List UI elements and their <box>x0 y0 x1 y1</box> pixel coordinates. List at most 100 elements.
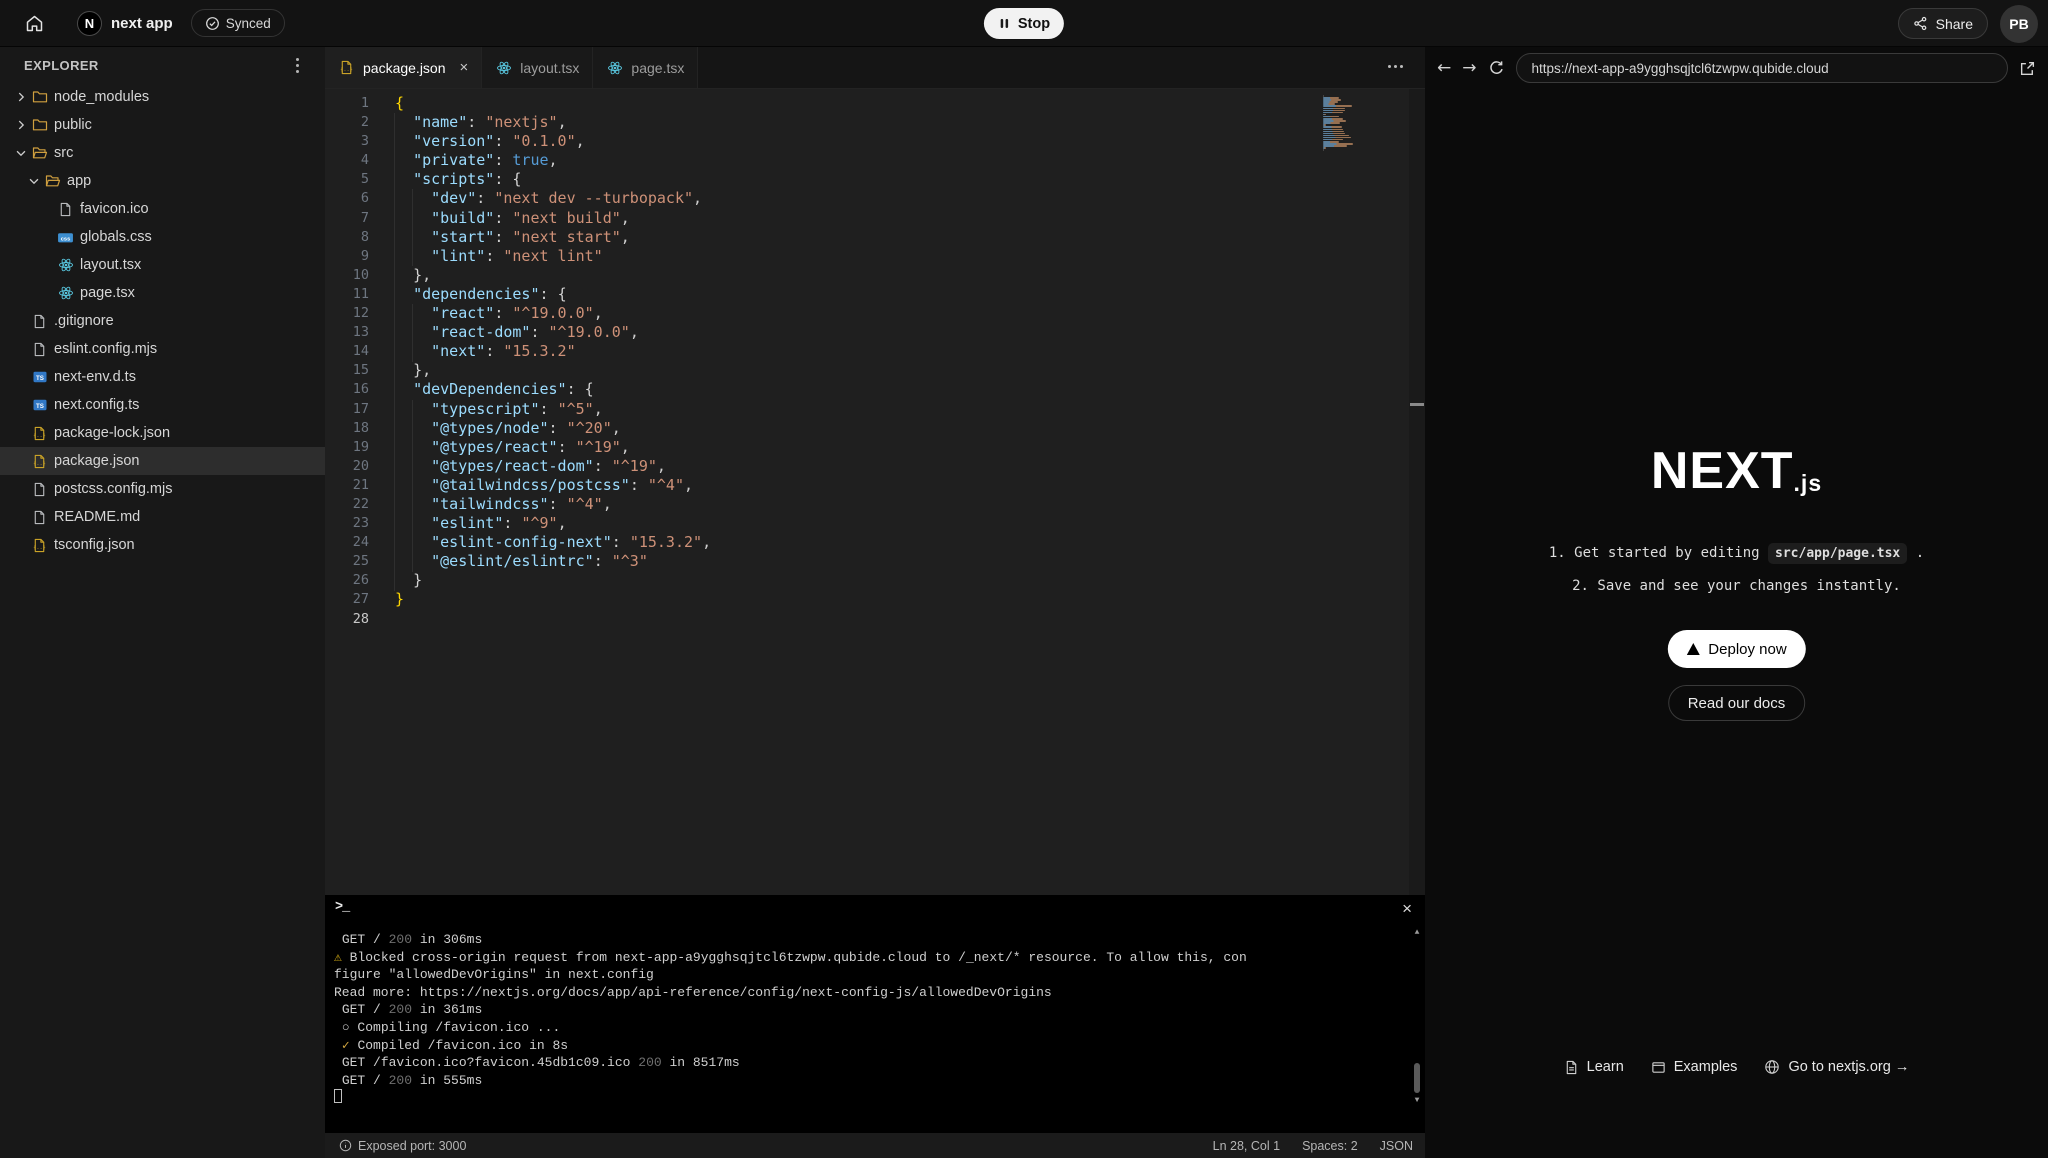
tree-item-src[interactable]: src <box>0 139 325 167</box>
line-number: 24 <box>325 533 369 552</box>
back-icon[interactable]: ← <box>1437 58 1451 78</box>
deploy-now-button[interactable]: Deploy now <box>1667 630 1805 668</box>
code-line-7: 7 "build": "next build", <box>325 209 1425 228</box>
line-number: 8 <box>325 228 369 247</box>
tree-item-next-env.d.ts[interactable]: TS next-env.d.ts <box>0 363 325 391</box>
chevron-spacer <box>39 201 55 217</box>
tree-item-README.md[interactable]: README.md <box>0 503 325 531</box>
globe-icon <box>1764 1059 1780 1075</box>
forward-icon[interactable]: → <box>1462 58 1476 78</box>
file-icon <box>31 313 48 330</box>
tab-page-tsx[interactable]: page.tsx <box>593 47 698 88</box>
url-input[interactable]: https://next-app-a9ygghsqjtcl6tzwpw.qubi… <box>1516 53 2009 83</box>
file-name: page.tsx <box>80 285 135 301</box>
tree-item-layout.tsx[interactable]: layout.tsx <box>0 251 325 279</box>
stop-button[interactable]: Stop <box>984 8 1064 39</box>
file-tree: node_modulespublic src appfavicon.icocssgl… <box>0 83 325 559</box>
terminal-prompt-icon: >_ <box>335 899 349 917</box>
tab-package-json[interactable]: {..} package.json × <box>325 47 482 88</box>
pause-icon <box>998 17 1011 30</box>
tree-item-page.tsx[interactable]: page.tsx <box>0 279 325 307</box>
share-button[interactable]: Share <box>1898 8 1988 39</box>
chevron-right-icon <box>13 89 29 105</box>
project-name: next app <box>111 15 173 32</box>
file-name: src <box>54 145 73 161</box>
file-icon <box>31 341 48 358</box>
minimap[interactable] <box>1323 95 1401 154</box>
scroll-down-icon[interactable]: ▼ <box>1411 1095 1423 1107</box>
terminal-close-icon[interactable]: × <box>1402 900 1412 917</box>
examples-link[interactable]: Examples <box>1651 1059 1738 1075</box>
chevron-spacer <box>13 481 29 497</box>
tab-overflow-menu-icon[interactable] <box>1388 65 1403 68</box>
indentation-label[interactable]: Spaces: 2 <box>1302 1139 1358 1153</box>
terminal-line-2: ⚠ Blocked cross-origin request from next… <box>334 949 1399 967</box>
line-number: 1 <box>325 94 369 113</box>
tree-item-node_modules[interactable]: node_modules <box>0 83 325 111</box>
code-line-25: 25 "@eslint/eslintrc": "^3" <box>325 552 1425 571</box>
file-name: next-env.d.ts <box>54 369 136 385</box>
folder-open-icon <box>44 173 61 190</box>
chevron-spacer <box>13 453 29 469</box>
terminal-line-8: GET /favicon.ico?favicon.45db1c09.ico 20… <box>334 1054 1399 1072</box>
explorer-title: EXPLORER <box>24 58 99 73</box>
tree-item-postcss.config.mjs[interactable]: postcss.config.mjs <box>0 475 325 503</box>
tree-item-.gitignore[interactable]: .gitignore <box>0 307 325 335</box>
check-circle-icon <box>205 16 220 31</box>
svg-text:TS: TS <box>36 375 44 382</box>
chevron-spacer <box>13 537 29 553</box>
tree-item-public[interactable]: public <box>0 111 325 139</box>
code-editor[interactable]: 1{2 "name": "nextjs",3 "version": "0.1.0… <box>325 89 1425 895</box>
nextjs-org-link[interactable]: Go to nextjs.org → <box>1764 1059 1909 1075</box>
cursor-position-label[interactable]: Ln 28, Col 1 <box>1213 1139 1280 1153</box>
home-button[interactable] <box>24 13 45 34</box>
scrollbar-thumb[interactable] <box>1414 1063 1420 1093</box>
read-docs-button[interactable]: Read our docs <box>1668 685 1806 721</box>
terminal-scrollbar[interactable]: ▲ ▼ <box>1411 927 1423 939</box>
svg-text:{..}: {..} <box>33 544 46 550</box>
sync-status-badge[interactable]: Synced <box>191 9 285 37</box>
code-line-4: 4 "private": true, <box>325 151 1425 170</box>
overview-ruler[interactable] <box>1409 89 1425 895</box>
close-tab-icon[interactable]: × <box>460 60 469 75</box>
tree-item-eslint.config.mjs[interactable]: eslint.config.mjs <box>0 335 325 363</box>
user-avatar[interactable]: PB <box>2000 5 2038 43</box>
open-external-icon[interactable] <box>2019 60 2036 77</box>
react-icon <box>57 285 74 302</box>
chevron-spacer <box>39 229 55 245</box>
code-line-21: 21 "@tailwindcss/postcss": "^4", <box>325 476 1425 495</box>
line-number: 21 <box>325 476 369 495</box>
line-number: 22 <box>325 495 369 514</box>
tree-item-package.json[interactable]: {..}package.json <box>0 447 325 475</box>
code-line-12: 12 "react": "^19.0.0", <box>325 304 1425 323</box>
file-name: public <box>54 117 92 133</box>
terminal-line-4: Read more: https://nextjs.org/docs/app/a… <box>334 984 1399 1002</box>
tab-layout-tsx[interactable]: layout.tsx <box>482 47 593 88</box>
explorer-menu-icon[interactable] <box>292 54 303 77</box>
status-bar: Exposed port: 3000 Ln 28, Col 1 Spaces: … <box>325 1133 1425 1158</box>
code-line-5: 5 "scripts": { <box>325 170 1425 189</box>
tree-item-app[interactable]: app <box>0 167 325 195</box>
chevron-down-icon <box>26 173 42 189</box>
tree-item-next.config.ts[interactable]: TSnext.config.ts <box>0 391 325 419</box>
language-mode-label[interactable]: JSON <box>1380 1139 1413 1153</box>
code-lines: 1{2 "name": "nextjs",3 "version": "0.1.0… <box>325 94 1425 629</box>
chevron-down-icon <box>13 145 29 161</box>
file-name: README.md <box>54 509 140 525</box>
tree-item-tsconfig.json[interactable]: {..}tsconfig.json <box>0 531 325 559</box>
folder-open-icon <box>31 145 48 162</box>
terminal-panel[interactable]: >_ × GET / 200 in 306ms⚠ Blocked cross-o… <box>325 895 1425 1133</box>
tree-item-package-lock.json[interactable]: {..}package-lock.json <box>0 419 325 447</box>
svg-text:{..}: {..} <box>33 432 46 438</box>
scroll-up-icon[interactable]: ▲ <box>1411 927 1423 939</box>
tree-item-globals.css[interactable]: cssglobals.css <box>0 223 325 251</box>
browser-preview: ← → https://next-app-a9ygghsqjtcl6tzwpw.… <box>1425 47 2048 1158</box>
refresh-icon[interactable] <box>1488 60 1505 77</box>
exposed-port-label[interactable]: Exposed port: 3000 <box>358 1139 466 1153</box>
line-number: 16 <box>325 380 369 399</box>
learn-link[interactable]: Learn <box>1564 1059 1624 1075</box>
share-icon <box>1913 16 1928 31</box>
chevron-spacer <box>39 285 55 301</box>
tree-item-favicon.ico[interactable]: favicon.ico <box>0 195 325 223</box>
code-line-15: 15 }, <box>325 361 1425 380</box>
